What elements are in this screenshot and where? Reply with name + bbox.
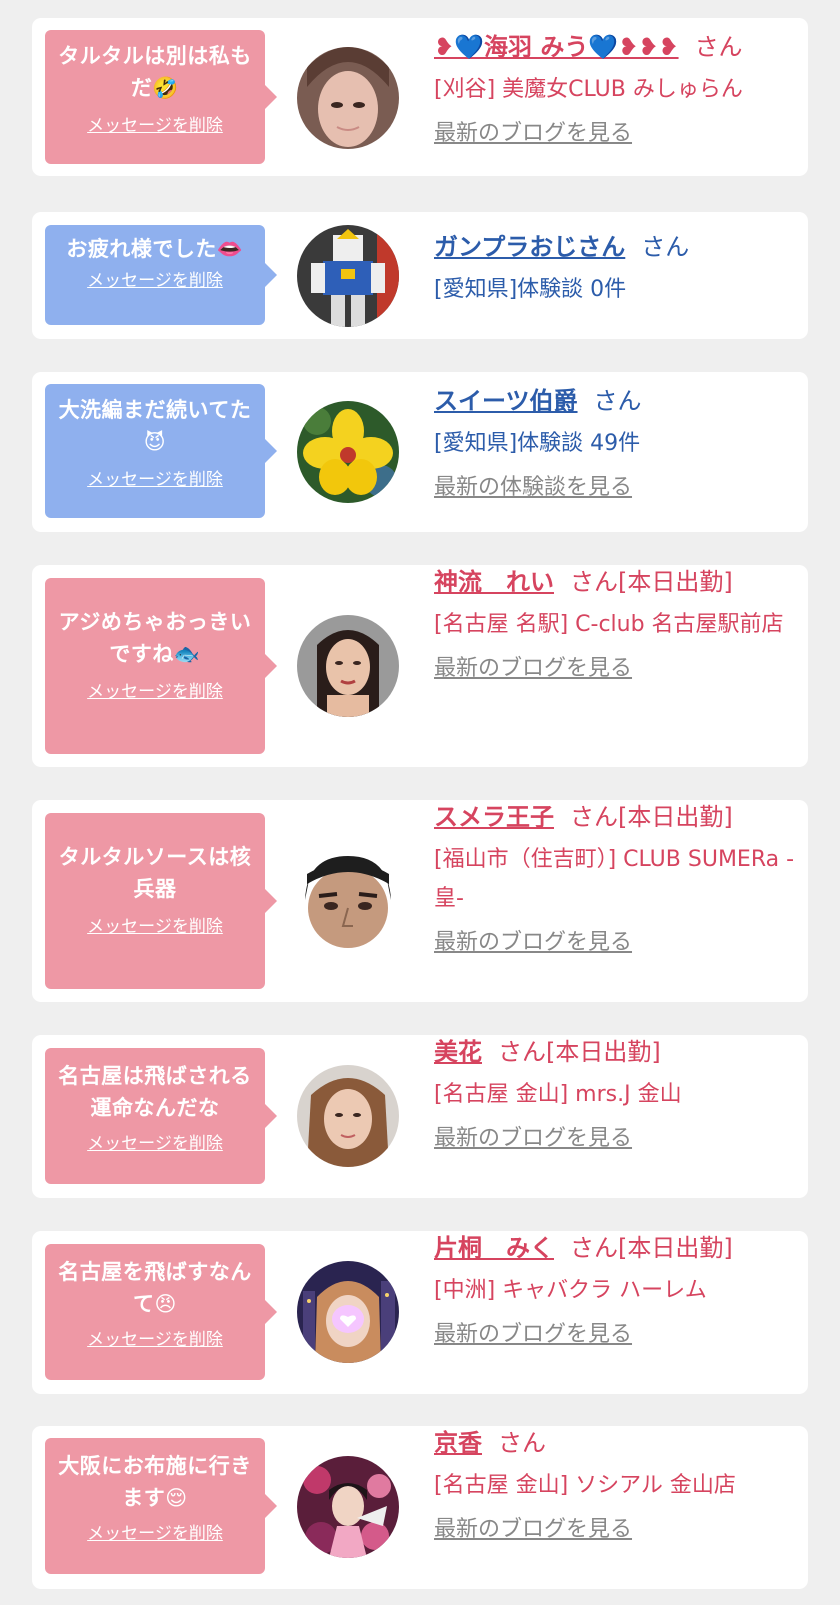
- honorific: さん: [593, 387, 642, 415]
- woman-portrait-avatar-icon: [297, 615, 399, 717]
- honorific: さん[本日出勤]: [570, 1234, 733, 1262]
- latest-blog-link[interactable]: 最新のブログを見る: [434, 1511, 632, 1543]
- message-text: 大阪にお布施に行きます😌: [58, 1454, 252, 1510]
- user-name-link[interactable]: スメラ王子: [434, 803, 554, 831]
- avatar[interactable]: [297, 615, 399, 717]
- user-name-link[interactable]: 京香: [434, 1429, 482, 1457]
- message-text: 名古屋を飛ばすなんて😠: [58, 1260, 252, 1316]
- user-info: ガンプラおじさん さん [愛知県]体験談 0件: [434, 230, 804, 309]
- user-info: スイーツ伯爵 さん [愛知県]体験談 49件 最新の体験談を見る: [434, 384, 804, 501]
- honorific: さん: [641, 233, 690, 261]
- shop-name: [福山市（住吉町）] CLUB SUMERa -皇-: [434, 847, 795, 911]
- message-bubble: 大阪にお布施に行きます😌 メッセージを削除: [45, 1438, 277, 1574]
- message-card: 名古屋は飛ばされる運命なんだな メッセージを削除 美花 さん[本日出勤] [名古屋…: [32, 1035, 808, 1198]
- honorific: さん: [694, 33, 743, 61]
- user-info: 美花 さん[本日出勤] [名古屋 金山] mrs.J 金山 最新のブログを見る: [434, 1035, 804, 1152]
- delete-message-link[interactable]: メッセージを削除: [53, 1132, 257, 1156]
- yellow-flower-avatar-icon: [297, 401, 399, 503]
- user-name-link[interactable]: スイーツ伯爵: [434, 387, 578, 415]
- user-info: 片桐 みく さん[本日出勤] [中洲] キャバクラ ハーレム 最新のブログを見る: [434, 1231, 804, 1348]
- latest-blog-link[interactable]: 最新のブログを見る: [434, 115, 632, 147]
- woman-night-city-avatar-icon: [297, 1261, 399, 1363]
- avatar[interactable]: [297, 47, 399, 149]
- message-card: 大洗編まだ続いてた😈 メッセージを削除 スイーツ伯爵 さん [愛知県]体験談 49…: [32, 372, 808, 532]
- message-text: 大洗編まだ続いてた😈: [58, 398, 252, 454]
- user-name-link[interactable]: ガンプラおじさん: [434, 233, 625, 261]
- message-bubble: お疲れ様でした👄 メッセージを削除: [45, 225, 277, 325]
- woman-selfie-avatar-icon: [297, 1065, 399, 1167]
- avatar[interactable]: [297, 1261, 399, 1363]
- message-bubble: アジめちゃおっきいですね🐟 メッセージを削除: [45, 578, 277, 754]
- avatar[interactable]: [297, 850, 399, 952]
- delete-message-link[interactable]: メッセージを削除: [53, 114, 257, 138]
- gundam-figure-avatar-icon: [297, 225, 399, 327]
- message-text: タルタルソースは核兵器: [58, 845, 252, 901]
- latest-blog-link[interactable]: 最新のブログを見る: [434, 1120, 632, 1152]
- latest-blog-link[interactable]: 最新のブログを見る: [434, 650, 632, 682]
- delete-message-link[interactable]: メッセージを削除: [53, 915, 257, 939]
- delete-message-link[interactable]: メッセージを削除: [53, 269, 257, 293]
- shop-name: [名古屋 金山] ソシアル 金山店: [434, 1473, 736, 1498]
- honorific: さん[本日出勤]: [570, 568, 733, 596]
- shop-name: [名古屋 金山] mrs.J 金山: [434, 1082, 682, 1107]
- honorific: さん: [498, 1429, 546, 1457]
- message-bubble: タルタルソースは核兵器 メッセージを削除: [45, 813, 277, 989]
- report-count: [愛知県]体験談 49件: [434, 431, 641, 456]
- delete-message-link[interactable]: メッセージを削除: [53, 1522, 257, 1546]
- message-card: 名古屋を飛ばすなんて😠 メッセージを削除 片桐 みく さん[本日出勤] [中洲] …: [32, 1231, 808, 1394]
- delete-message-link[interactable]: メッセージを削除: [53, 680, 257, 704]
- user-info: 神流 れい さん[本日出勤] [名古屋 名駅] C-club 名古屋駅前店 最新の…: [434, 565, 804, 682]
- message-text: 名古屋は飛ばされる運命なんだな: [58, 1064, 252, 1120]
- message-list: タルタルは別は私もだ🤣 メッセージを削除 ❥💙海羽 みう💙❥❥❥ さん [刈谷] …: [0, 0, 840, 1589]
- user-info: ❥💙海羽 みう💙❥❥❥ さん [刈谷] 美魔女CLUB みしゅらん 最新のブログを…: [434, 30, 804, 147]
- avatar[interactable]: [297, 1456, 399, 1558]
- message-text: アジめちゃおっきいですね🐟: [58, 610, 252, 666]
- shop-name: [名古屋 名駅] C-club 名古屋駅前店: [434, 612, 784, 637]
- message-bubble: 名古屋を飛ばすなんて😠 メッセージを削除: [45, 1244, 277, 1380]
- message-text: タルタルは別は私もだ🤣: [58, 44, 252, 100]
- avatar[interactable]: [297, 1065, 399, 1167]
- user-info: スメラ王子 さん[本日出勤] [福山市（住吉町）] CLUB SUMERa -皇-…: [434, 800, 804, 956]
- latest-blog-link[interactable]: 最新のブログを見る: [434, 924, 632, 956]
- message-bubble: 名古屋は飛ばされる運命なんだな メッセージを削除: [45, 1048, 277, 1184]
- avatar[interactable]: [297, 225, 399, 327]
- user-name-link[interactable]: 片桐 みく: [434, 1234, 554, 1262]
- user-info: 京香 さん [名古屋 金山] ソシアル 金山店 最新のブログを見る: [434, 1426, 804, 1543]
- shop-name: [中洲] キャバクラ ハーレム: [434, 1278, 707, 1303]
- report-count: [愛知県]体験談 0件: [434, 277, 627, 302]
- man-face-avatar-icon: [297, 850, 399, 952]
- user-name-link[interactable]: 神流 れい: [434, 568, 554, 596]
- message-card: タルタルは別は私もだ🤣 メッセージを削除 ❥💙海羽 みう💙❥❥❥ さん [刈谷] …: [32, 18, 808, 176]
- user-name-link[interactable]: 美花: [434, 1038, 482, 1066]
- latest-report-link[interactable]: 最新の体験談を見る: [434, 469, 632, 501]
- latest-blog-link[interactable]: 最新のブログを見る: [434, 1316, 632, 1348]
- message-card: アジめちゃおっきいですね🐟 メッセージを削除 神流 れい さん[本日出勤] [名古…: [32, 565, 808, 767]
- message-card: タルタルソースは核兵器 メッセージを削除 スメラ王子 さん[本日出勤] [福山市（…: [32, 800, 808, 1002]
- delete-message-link[interactable]: メッセージを削除: [53, 468, 257, 492]
- message-card: お疲れ様でした👄 メッセージを削除 ガンプラおじさん さん [愛知県]体験談 0件: [32, 212, 808, 339]
- avatar[interactable]: [297, 401, 399, 503]
- honorific: さん[本日出勤]: [498, 1038, 661, 1066]
- user-name-link[interactable]: ❥💙海羽 みう💙❥❥❥: [434, 33, 679, 61]
- message-text: お疲れ様でした👄: [66, 237, 244, 261]
- woman-kimono-avatar-icon: [297, 1456, 399, 1558]
- woman-face-avatar-icon: [297, 47, 399, 149]
- honorific: さん[本日出勤]: [570, 803, 733, 831]
- shop-name: [刈谷] 美魔女CLUB みしゅらん: [434, 77, 743, 102]
- message-bubble: タルタルは別は私もだ🤣 メッセージを削除: [45, 30, 277, 164]
- message-bubble: 大洗編まだ続いてた😈 メッセージを削除: [45, 384, 277, 518]
- delete-message-link[interactable]: メッセージを削除: [53, 1328, 257, 1352]
- message-card: 大阪にお布施に行きます😌 メッセージを削除 京香 さん [名古屋 金山] ソシアル…: [32, 1426, 808, 1589]
